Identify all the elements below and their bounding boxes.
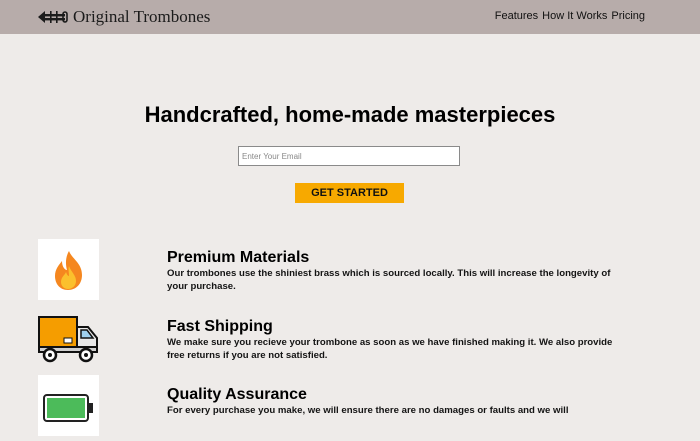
email-input[interactable] bbox=[238, 146, 460, 166]
get-started-button[interactable]: GET STARTED bbox=[295, 183, 404, 203]
feature-image-quality-assurance bbox=[38, 375, 99, 436]
feature-title: Quality Assurance bbox=[167, 386, 307, 403]
fire-icon bbox=[55, 251, 82, 290]
nav-link-how-it-works[interactable]: How It Works bbox=[542, 10, 607, 22]
truck-icon bbox=[38, 316, 98, 363]
brand-logo[interactable]: Original Trombones bbox=[36, 6, 210, 28]
feature-image-premium-materials bbox=[38, 239, 99, 300]
feature-quality-assurance: Quality Assurance For every purchase you… bbox=[167, 386, 617, 417]
feature-image-fast-shipping bbox=[38, 307, 99, 368]
nav-link-features[interactable]: Features bbox=[495, 10, 538, 22]
feature-description: For every purchase you make, we will ens… bbox=[167, 405, 569, 416]
feature-description: We make sure you recieve your trombone a… bbox=[167, 337, 613, 361]
feature-description: Our trombones use the shiniest brass whi… bbox=[167, 268, 611, 292]
site-header: Original Trombones Features How It Works… bbox=[0, 0, 700, 34]
nav-link-pricing[interactable]: Pricing bbox=[611, 10, 645, 22]
feature-premium-materials: Premium Materials Our trombones use the … bbox=[167, 249, 617, 293]
hero-title: Handcrafted, home-made masterpieces bbox=[144, 102, 556, 127]
feature-title: Fast Shipping bbox=[167, 318, 273, 335]
brand-name: Original Trombones bbox=[73, 7, 211, 26]
main-nav: Features How It Works Pricing bbox=[495, 10, 645, 22]
feature-title: Premium Materials bbox=[167, 249, 310, 266]
trombone-icon bbox=[38, 11, 68, 23]
feature-fast-shipping: Fast Shipping We make sure you recieve y… bbox=[167, 318, 617, 362]
battery-icon bbox=[43, 394, 93, 422]
